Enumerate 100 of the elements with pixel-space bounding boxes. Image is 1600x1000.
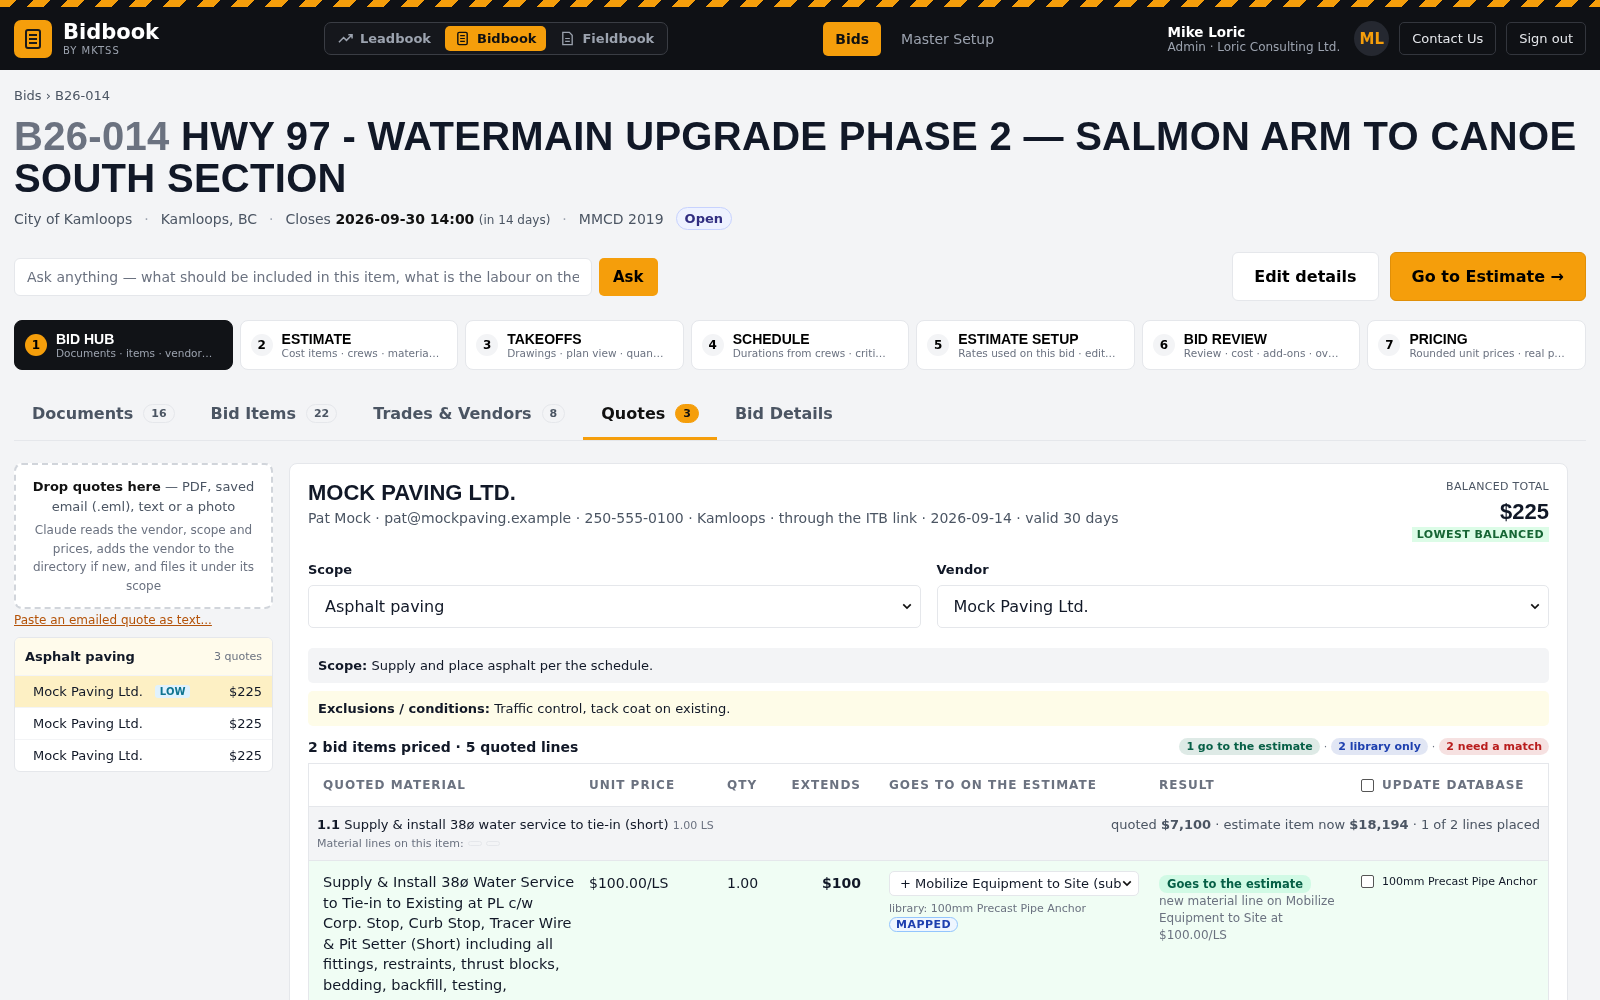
step-card[interactable]: 7 PRICING Rounded unit prices · real p…	[1367, 320, 1586, 370]
scope-title: Asphalt paving	[25, 649, 135, 664]
tab-count: 22	[305, 404, 338, 423]
tab-label: Bid Details	[734, 404, 833, 423]
tab[interactable]: Documents 16	[14, 386, 193, 440]
separator-dot: ·	[562, 210, 567, 227]
scope-note: Scope: Supply and place asphalt per the schedule.	[308, 648, 1549, 683]
priced-summary: 2 bid items priced · 5 quoted lines	[308, 738, 579, 755]
tab[interactable]: Bid Details	[716, 386, 851, 440]
app-tab[interactable]: Leadbook	[328, 26, 441, 51]
material-lines-label: Material lines on this item:	[317, 837, 464, 850]
user-role: Admin · Loric Consulting Ltd.	[1167, 39, 1341, 54]
drop-note: Claude reads the vendor, scope and prices, adds the vendor to the directory if new, and files it under its scope	[31, 522, 256, 595]
tab-label: Bid Items	[210, 404, 296, 423]
user-avatar[interactable]: ML	[1354, 21, 1390, 56]
quote-row[interactable]: Mock Paving Ltd. $225	[15, 707, 272, 739]
tab[interactable]: Bid Items 22	[192, 386, 356, 440]
tab-label: Quotes	[601, 404, 666, 423]
field-label: Scope	[308, 562, 354, 577]
table-cell-text: Supply & Install 38ø Water Service to Tie-in to Existing at PL c/w Corp. Stop, Curb Stop, Tracer Wire & Pit Setter (Short) including all fittings, restraints, thrust blocks, bedding, backfill, testing,	[322, 873, 576, 995]
tab[interactable]: Trades & Vendors 8	[355, 386, 584, 440]
header-button[interactable]: Contact Us	[1399, 22, 1497, 55]
chevron-icon	[1530, 603, 1540, 610]
tab-count: 8	[541, 404, 566, 423]
step-subtitle: Rates used on this bid · edit…	[958, 347, 1116, 359]
breadcrumb[interactable]: Bids › B26-014	[14, 88, 1586, 103]
tab[interactable]: Quotes 3	[583, 386, 717, 440]
select-field[interactable]: + Mobilize Equipment to Site (sub	[889, 871, 1139, 896]
step-title: ESTIMATE	[281, 331, 353, 347]
quote-row[interactable]: Mock Paving Ltd. LOW $225	[15, 675, 272, 707]
edit-details-button[interactable]: Edit details	[1232, 252, 1379, 301]
step-number: 6	[1152, 334, 1175, 356]
tab-count: 16	[143, 404, 175, 423]
column-header: QTY	[726, 777, 759, 794]
step-subtitle: Rounded unit prices · real p…	[1409, 347, 1565, 359]
nav-link[interactable]: Master Setup	[889, 21, 1007, 56]
step-number: 4	[701, 334, 724, 356]
field-label: Vendor	[936, 562, 990, 577]
trend-icon	[338, 31, 353, 46]
status-chip: 2 library only	[1331, 738, 1428, 755]
logo-icon	[14, 19, 52, 58]
step-subtitle: Review · cost · add-ons · ov…	[1183, 347, 1339, 359]
step-card[interactable]: 1 BID HUB Documents · items · vendor…	[14, 320, 233, 370]
step-subtitle: Cost items · crews · materia…	[281, 347, 440, 359]
paste-quote-link[interactable]: Paste an emailed quote as text...	[14, 613, 212, 627]
select-field[interactable]: Mock Paving Ltd.	[936, 585, 1549, 628]
step-card[interactable]: 5 ESTIMATE SETUP Rates used on this bid · edit…	[916, 320, 1135, 370]
standard-name: MMCD 2019	[578, 210, 664, 227]
drop-zone[interactable]: Drop quotes here — PDF, saved email (.eml), text or a photo Claude reads the vendor, scope and prices, adds the vendor to the directory if new, and files it under its scope	[14, 463, 273, 609]
table-cell-text: 1.00	[726, 875, 760, 893]
quote-count: 3 quotes	[214, 650, 262, 663]
step-card[interactable]: 3 TAKEOFFS Drawings · plan view · quan…	[465, 320, 684, 370]
tab-label: Documents	[32, 404, 134, 423]
quote-amount: $225	[228, 716, 262, 731]
exclusions-note: Exclusions / conditions: Traffic control, tack coat on existing.	[308, 691, 1549, 726]
step-number: 2	[250, 334, 273, 356]
nav-link[interactable]: Bids	[823, 21, 882, 56]
checkbox[interactable]	[1361, 875, 1374, 888]
step-title: BID REVIEW	[1183, 331, 1269, 347]
step-number: 7	[1378, 334, 1401, 356]
step-number: 1	[25, 334, 47, 356]
step-subtitle: Drawings · plan view · quan…	[507, 347, 664, 359]
column-header: RESULT	[1158, 777, 1216, 794]
lowest-badge: LOWEST BALANCED	[1411, 527, 1549, 542]
select-field[interactable]: Asphalt paving	[308, 585, 921, 628]
status-chip: 1 go to the estimate	[1179, 738, 1320, 755]
tab-count: 3	[675, 404, 699, 423]
header-button[interactable]: Sign out	[1506, 22, 1586, 55]
bid-item-title: 1.1 Supply & install 38ø water service to tie-in (short) 1.00 LS	[317, 817, 714, 832]
total-label: BALANCED TOTAL	[1446, 480, 1549, 493]
step-card[interactable]: 2 ESTIMATE Cost items · crews · materia…	[239, 320, 459, 370]
vendor-contact: Pat Mock · pat@mockpaving.example · 250-555-0100 · Kamloops · through the ITB link · 2026-09-14 · valid 30 days	[308, 510, 1119, 526]
go-to-estimate-button[interactable]: Go to Estimate →	[1389, 252, 1586, 301]
client-name: City of Kamloops	[14, 210, 133, 227]
step-card[interactable]: 6 BID REVIEW Review · cost · add-ons · ov…	[1141, 320, 1361, 370]
column-header: EXTENDS	[790, 777, 862, 794]
vendor-title: MOCK PAVING LTD.	[308, 480, 517, 506]
app-tab[interactable]: Bidbook	[445, 26, 547, 51]
checkbox[interactable]	[1361, 778, 1374, 792]
step-title: SCHEDULE	[732, 331, 811, 347]
quote-row[interactable]: Mock Paving Ltd. $225	[15, 739, 272, 771]
step-title: BID HUB	[56, 331, 116, 347]
step-title: ESTIMATE SETUP	[958, 331, 1080, 347]
vendor-name: Mock Paving Ltd.	[33, 684, 143, 699]
total-amount: $225	[1500, 499, 1549, 525]
status-chip: 2 need a match	[1439, 738, 1549, 755]
step-subtitle: Durations from crews · criti…	[732, 347, 886, 359]
ask-field[interactable]: Ask anything — what should be included in this item, what is the labour on the	[14, 257, 592, 296]
step-card[interactable]: 4 SCHEDULE Durations from crews · criti…	[690, 320, 910, 370]
app-byline: BY MKTSS	[63, 44, 121, 56]
column-header: QUOTED MATERIAL	[322, 777, 467, 794]
item-totals: quoted $7,100 · estimate item now $18,194 · 1 of 2 lines placed	[1111, 817, 1540, 834]
result-note: new material line on Mobilize Equipment to Site at $100.00/LS	[1159, 893, 1336, 944]
column-header: GOES TO ON THE ESTIMATE	[888, 777, 1098, 794]
app-tab[interactable]: Fieldbook	[550, 26, 665, 51]
table-cell-text: $100.00/LS	[588, 875, 670, 893]
closing-date: Closes 2026-09-30 14:00 (in 14 days)	[285, 210, 551, 227]
separator-dot: ·	[1431, 740, 1436, 753]
bid-title: B26-014 HWY 97 - WATERMAIN UPGRADE PHASE 2 — SALMON ARM TO CANOE SOUTH SECTION	[14, 115, 1578, 199]
ask-button[interactable]: Ask	[599, 257, 658, 296]
